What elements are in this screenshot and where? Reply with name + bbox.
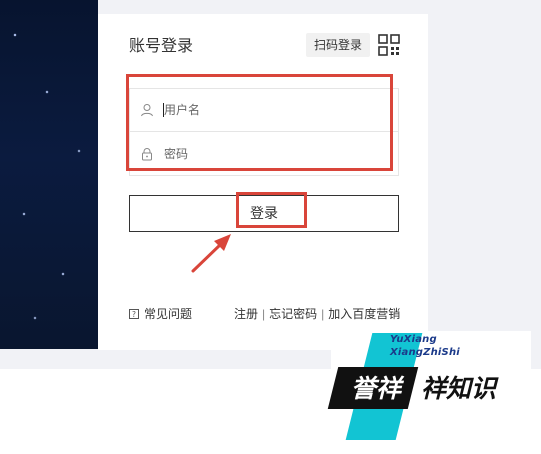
card-footer: ? 常见问题 注册 | 忘记密码 | 加入百度营销 (129, 307, 400, 321)
footer-links: 注册 | 忘记密码 | 加入百度营销 (234, 307, 400, 321)
qr-code-icon[interactable] (378, 34, 400, 56)
arrow-icon (191, 234, 231, 273)
username-field-row (130, 89, 398, 132)
svg-text:?: ? (132, 310, 136, 319)
watermark-english-line-1: YuXiang (390, 334, 437, 345)
footer-separator: | (262, 307, 266, 321)
register-link[interactable]: 注册 (234, 307, 258, 321)
faq-label: 常见问题 (144, 307, 193, 321)
footer-separator: | (321, 307, 325, 321)
watermark-logo: YuXiang XiangZhiShi 誉祥 祥知识 (327, 331, 531, 442)
watermark-chinese-part-2: 祥知识 (421, 374, 497, 403)
faq-link[interactable]: ? 常见问题 (129, 307, 192, 321)
card-title: 账号登录 (129, 38, 194, 55)
password-input[interactable] (164, 144, 384, 164)
scan-login-button[interactable]: 扫码登录 (306, 33, 370, 57)
login-card: 账号登录 扫码登录 登录 (98, 14, 428, 350)
password-field-row (130, 133, 398, 176)
lock-icon (142, 148, 152, 161)
login-button[interactable]: 登录 (129, 195, 399, 232)
join-baidu-marketing-link[interactable]: 加入百度营销 (328, 307, 400, 321)
watermark-chinese-part-1: 誉祥 (351, 374, 402, 403)
login-form (129, 88, 399, 176)
watermark-english-line-2: XiangZhiShi (390, 347, 460, 358)
starfield-background (0, 0, 98, 349)
forgot-password-link[interactable]: 忘记密码 (269, 307, 317, 321)
question-icon: ? (129, 309, 139, 319)
user-icon (141, 104, 153, 117)
username-input[interactable] (164, 100, 384, 120)
